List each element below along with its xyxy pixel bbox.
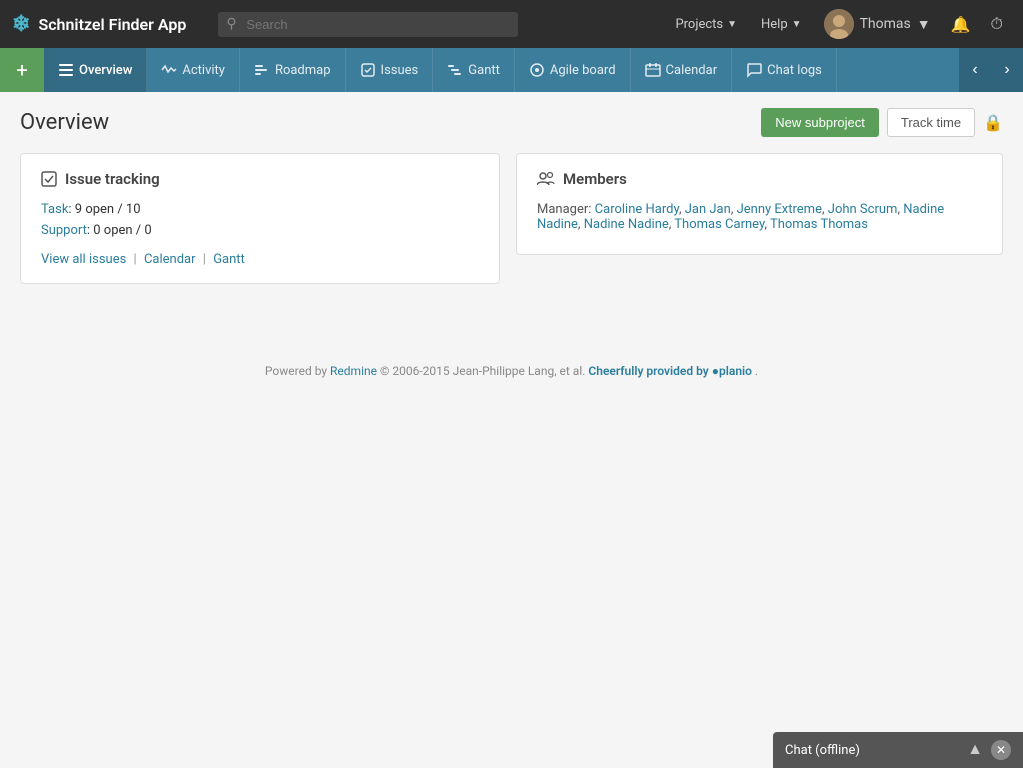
tab-issues[interactable]: Issues bbox=[346, 48, 434, 92]
avatar bbox=[824, 9, 854, 39]
clock-icon[interactable]: ⏱ bbox=[983, 8, 1011, 40]
tab-gantt[interactable]: Gantt bbox=[433, 48, 515, 92]
track-time-button[interactable]: Track time bbox=[887, 108, 975, 137]
tab-agile-board[interactable]: Agile board bbox=[515, 48, 631, 92]
planio-text: Cheerfully provided by bbox=[588, 364, 708, 378]
cards-row: Issue tracking Task: 9 open / 10 Support… bbox=[20, 153, 1003, 284]
calendar-icon bbox=[645, 62, 661, 78]
agile-icon bbox=[529, 62, 545, 78]
tab-chat-logs-label: Chat logs bbox=[767, 63, 822, 78]
member-jenny[interactable]: Jenny Extreme bbox=[737, 202, 822, 217]
main-content: Issue tracking Task: 9 open / 10 Support… bbox=[0, 153, 1023, 304]
search-icon: ⚲ bbox=[226, 16, 236, 32]
manager-label: Manager: bbox=[537, 202, 591, 217]
app-name: Schnitzel Finder App bbox=[38, 15, 186, 34]
checkbox-icon bbox=[41, 171, 57, 187]
members-manager: Manager: Caroline Hardy, Jan Jan, Jenny … bbox=[537, 202, 982, 232]
tab-issues-label: Issues bbox=[381, 63, 419, 78]
tab-bar: + Overview Activity Roadmap Issues bbox=[0, 48, 1023, 92]
chat-close-button[interactable]: ✕ bbox=[991, 740, 1011, 760]
projects-label: Projects bbox=[675, 17, 723, 32]
chat-minimize-button[interactable]: ▲ bbox=[965, 740, 985, 760]
issue-tracking-card: Issue tracking Task: 9 open / 10 Support… bbox=[20, 153, 500, 284]
footer: Powered by Redmine © 2006-2015 Jean-Phil… bbox=[0, 344, 1023, 398]
user-caret: ▼ bbox=[917, 16, 931, 33]
separator-1: | bbox=[134, 252, 137, 267]
avatar-image bbox=[824, 9, 854, 39]
members-card: Members Manager: Caroline Hardy, Jan Jan… bbox=[516, 153, 1003, 255]
chat-icon bbox=[746, 62, 762, 78]
projects-menu[interactable]: Projects ▼ bbox=[665, 11, 747, 38]
tab-roadmap-label: Roadmap bbox=[275, 63, 331, 78]
page-title: Overview bbox=[20, 110, 761, 135]
activity-icon bbox=[161, 62, 177, 78]
member-nadine2[interactable]: Nadine Nadine bbox=[584, 217, 669, 232]
card-links: View all issues | Calendar | Gantt bbox=[41, 252, 479, 267]
top-navbar: ❄ Schnitzel Finder App ⚲ Projects ▼ Help… bbox=[0, 0, 1023, 48]
help-caret: ▼ bbox=[792, 19, 802, 30]
task-link[interactable]: Task bbox=[41, 202, 68, 217]
support-link[interactable]: Support bbox=[41, 223, 87, 238]
user-name: Thomas bbox=[860, 16, 911, 32]
redmine-link[interactable]: Redmine bbox=[330, 364, 377, 378]
tab-chat-logs[interactable]: Chat logs bbox=[732, 48, 837, 92]
tab-overview-label: Overview bbox=[79, 63, 132, 78]
view-all-issues-link[interactable]: View all issues bbox=[41, 252, 126, 267]
support-item: Support: 0 open / 0 bbox=[41, 223, 479, 238]
help-label: Help bbox=[761, 17, 788, 32]
support-stats: 0 open / 0 bbox=[93, 223, 151, 238]
issues-icon bbox=[360, 62, 376, 78]
gantt-icon bbox=[447, 62, 463, 78]
tab-calendar-label: Calendar bbox=[666, 63, 718, 78]
notifications-icon[interactable]: 🔔 bbox=[943, 9, 979, 40]
members-title: Members bbox=[537, 170, 982, 188]
tab-gantt-label: Gantt bbox=[468, 63, 500, 78]
search-input[interactable] bbox=[218, 12, 518, 37]
gantt-link[interactable]: Gantt bbox=[213, 252, 245, 267]
task-stats: 9 open / 10 bbox=[75, 202, 141, 217]
planio-label: planio bbox=[719, 364, 752, 378]
lock-icon[interactable]: 🔒 bbox=[983, 113, 1003, 132]
chat-status-text: Chat (offline) bbox=[785, 743, 965, 758]
search-container: ⚲ bbox=[218, 12, 518, 37]
tab-activity-label: Activity bbox=[182, 63, 225, 78]
chat-bar: Chat (offline) ▲ ✕ bbox=[773, 732, 1023, 768]
help-menu[interactable]: Help ▼ bbox=[751, 11, 812, 38]
app-logo: ❄ Schnitzel Finder App bbox=[12, 12, 186, 37]
member-thomas-thomas[interactable]: Thomas Thomas bbox=[770, 217, 868, 232]
projects-caret: ▼ bbox=[727, 19, 737, 30]
member-john[interactable]: John Scrum bbox=[828, 202, 898, 217]
members-icon bbox=[537, 171, 555, 187]
calendar-link[interactable]: Calendar bbox=[144, 252, 196, 267]
tab-calendar[interactable]: Calendar bbox=[631, 48, 733, 92]
member-caroline[interactable]: Caroline Hardy bbox=[595, 202, 679, 217]
header-actions: New subproject Track time 🔒 bbox=[761, 108, 1003, 137]
separator-2: | bbox=[203, 252, 206, 267]
powered-by-text: Powered by bbox=[265, 364, 327, 378]
tab-activity[interactable]: Activity bbox=[147, 48, 240, 92]
tab-overview[interactable]: Overview bbox=[44, 48, 147, 92]
tab-next-button[interactable]: › bbox=[991, 48, 1023, 92]
issue-tracking-title: Issue tracking bbox=[41, 170, 479, 188]
new-subproject-button[interactable]: New subproject bbox=[761, 108, 879, 137]
add-tab-button[interactable]: + bbox=[0, 48, 44, 92]
snowflake-icon: ❄ bbox=[12, 12, 30, 37]
overview-icon bbox=[58, 62, 74, 78]
member-thomas-carney[interactable]: Thomas Carney bbox=[674, 217, 764, 232]
issue-list: Task: 9 open / 10 Support: 0 open / 0 bbox=[41, 202, 479, 238]
planio-link[interactable]: Cheerfully provided by ●planio bbox=[588, 364, 755, 378]
tab-roadmap[interactable]: Roadmap bbox=[240, 48, 346, 92]
member-jan[interactable]: Jan Jan bbox=[685, 202, 731, 217]
tab-prev-button[interactable]: ‹ bbox=[959, 48, 991, 92]
copyright-text: © 2006-2015 Jean-Philippe Lang, et al. bbox=[380, 364, 585, 378]
tab-agile-board-label: Agile board bbox=[550, 63, 616, 78]
roadmap-icon bbox=[254, 62, 270, 78]
user-menu[interactable]: Thomas ▼ bbox=[816, 5, 939, 43]
top-nav-right: Projects ▼ Help ▼ Thomas ▼ 🔔 ⏱ bbox=[665, 5, 1011, 43]
page-header: Overview New subproject Track time 🔒 bbox=[0, 92, 1023, 153]
task-item: Task: 9 open / 10 bbox=[41, 202, 479, 217]
chat-bar-buttons: ▲ ✕ bbox=[965, 740, 1011, 760]
